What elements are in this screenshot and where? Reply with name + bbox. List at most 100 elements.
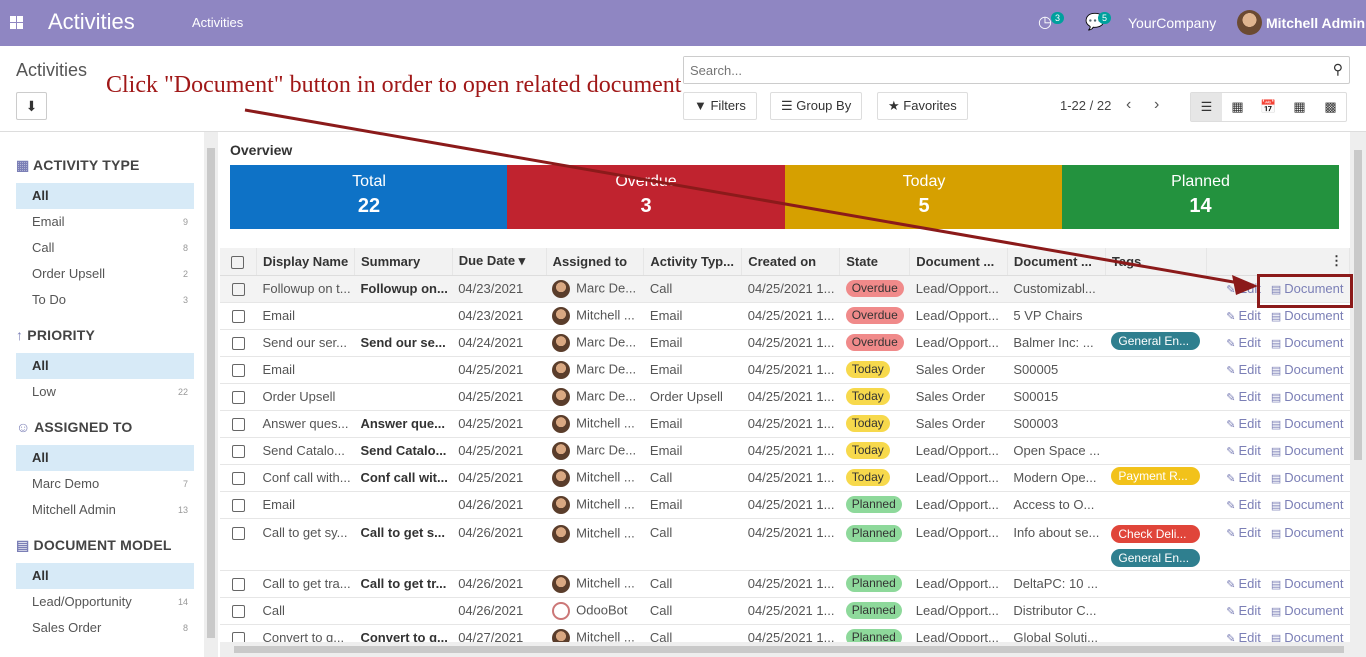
document-button[interactable]: ▤ Document [1271,416,1344,431]
table-row[interactable]: Followup on t... Followup on... 04/23/2021… [220,275,1350,303]
table-row[interactable]: Email 04/25/2021 Marc De... Email 04/25/2021… [220,356,1350,384]
filter-item[interactable]: Call 8 [16,235,194,261]
column-header[interactable]: Activity Typ... [643,248,743,276]
favorites-button[interactable]: ★ Favorites [877,92,968,120]
list-view-icon[interactable]: ☰ [1191,93,1222,121]
table-row[interactable]: Order Upsell 04/25/2021 Marc De... Order Up… [220,383,1350,411]
column-header[interactable]: Display Name [256,248,355,276]
table-row[interactable]: Convert to q... Convert to q... 04/27/2021… [220,624,1350,642]
edit-button[interactable]: ✎ Edit [1226,497,1261,512]
row-checkbox[interactable] [231,605,245,619]
row-checkbox[interactable] [231,499,245,513]
edit-button[interactable]: ✎ Edit [1226,308,1261,323]
pager-previous-icon[interactable]: ‹ [1126,96,1131,114]
filter-item[interactable]: Lead/Opportunity 14 [16,589,194,615]
pivot-view-icon[interactable]: ▦ [1284,93,1315,121]
column-header[interactable]: Created on [741,248,841,276]
document-button[interactable]: ▤ Document [1271,362,1344,377]
edit-button[interactable]: ✎ Edit [1226,389,1261,404]
document-button[interactable]: ▤ Document [1271,576,1344,591]
filters-button[interactable]: ▼ Filters [683,92,757,120]
column-header[interactable]: Due Date ▾ [452,248,547,276]
overview-tile-total[interactable]: Total 22 [230,165,508,229]
activity-clock-icon[interactable]: ◷ [1038,12,1052,32]
table-row[interactable]: Conf call with... Conf call wit... 04/25/2… [220,464,1350,492]
filter-item[interactable]: Marc Demo 7 [16,471,194,497]
apps-menu-icon[interactable] [10,16,23,29]
row-checkbox[interactable] [231,283,245,297]
graph-view-icon[interactable]: ▩ [1315,93,1346,121]
search-box[interactable]: ⚲ [683,56,1350,84]
edit-button[interactable]: ✎ Edit [1226,525,1261,540]
kanban-view-icon[interactable]: ▦ [1222,93,1253,121]
edit-button[interactable]: ✎ Edit [1226,603,1261,618]
row-checkbox[interactable] [231,578,245,592]
filter-item[interactable]: Mitchell Admin 13 [16,497,194,523]
document-button[interactable]: ▤ Document [1271,630,1344,642]
search-input[interactable] [684,57,1314,83]
filter-item[interactable]: Low 22 [16,379,194,405]
column-header[interactable]: State [839,248,911,276]
user-avatar[interactable] [1237,10,1262,35]
table-row[interactable]: Answer ques... Answer que... 04/25/2021 Mit… [220,410,1350,438]
row-checkbox[interactable] [231,310,245,324]
download-button[interactable]: ⬇ [16,92,47,120]
search-panel-scrollbar[interactable] [204,132,218,657]
document-button[interactable]: ▤ Document [1271,497,1344,512]
overview-tile-overdue[interactable]: Overdue 3 [507,165,785,229]
column-header[interactable]: Document ... [909,248,1008,276]
filter-item[interactable]: To Do 3 [16,287,194,313]
edit-button[interactable]: ✎ Edit [1226,630,1261,642]
filter-item[interactable]: Sales Order 8 [16,615,194,641]
vertical-scrollbar[interactable] [1350,132,1366,642]
menu-activities[interactable]: Activities [192,15,243,30]
edit-button[interactable]: ✎ Edit [1226,443,1261,458]
row-checkbox[interactable] [231,418,245,432]
column-header[interactable]: Tags [1105,248,1207,276]
table-row[interactable]: Call to get tra... Call to get tr... 04/26… [220,570,1350,598]
filter-item[interactable]: All [16,353,194,379]
table-row[interactable]: Send our ser... Send our se... 04/24/2021 M… [220,329,1350,357]
table-row[interactable]: Email 04/26/2021 Mitchell ... Email 04/25/20… [220,491,1350,519]
document-button[interactable]: ▤ Document [1271,308,1344,323]
optional-columns-toggle[interactable]: ⋮ [1206,248,1350,276]
filter-item[interactable]: All [16,183,194,209]
document-button[interactable]: ▤ Document [1271,525,1344,540]
user-menu[interactable]: Mitchell Admin [1266,15,1365,31]
row-checkbox[interactable] [231,632,245,642]
filter-item[interactable]: Order Upsell 2 [16,261,194,287]
pager-next-icon[interactable]: › [1154,96,1159,114]
company-switcher[interactable]: YourCompany [1128,15,1216,31]
table-row[interactable]: Email 04/23/2021 Mitchell ... Email 04/25/20… [220,302,1350,330]
document-button[interactable]: ▤ Document [1271,603,1344,618]
document-button[interactable]: ▤ Document [1271,443,1344,458]
overview-tile-planned[interactable]: Planned 14 [1062,165,1339,229]
row-checkbox[interactable] [231,391,245,405]
table-row[interactable]: Call 04/26/2021 OdooBot Call 04/25/2021 1...… [220,597,1350,625]
select-all-checkbox[interactable] [231,255,245,269]
edit-button[interactable]: ✎ Edit [1226,362,1261,377]
column-header[interactable]: Assigned to [546,248,645,276]
calendar-view-icon[interactable]: 📅 [1253,93,1284,121]
overview-tile-today[interactable]: Today 5 [785,165,1063,229]
column-header[interactable]: Summary [354,248,453,276]
filter-item[interactable]: All [16,563,194,589]
document-button[interactable]: ▤ Document [1271,470,1344,485]
row-checkbox[interactable] [231,526,245,540]
group-by-button[interactable]: ☰ Group By [770,92,863,120]
document-button[interactable]: ▤ Document [1271,389,1344,404]
row-checkbox[interactable] [231,337,245,351]
edit-button[interactable]: ✎ Edit [1226,281,1261,296]
table-row[interactable]: Call to get sy... Call to get s... 04/26/2… [220,518,1350,571]
filter-item[interactable]: Email 9 [16,209,194,235]
filter-item[interactable]: All [16,445,194,471]
horizontal-scrollbar[interactable] [220,642,1366,657]
search-icon[interactable]: ⚲ [1333,61,1343,78]
document-button[interactable]: ▤ Document [1271,335,1344,350]
edit-button[interactable]: ✎ Edit [1226,470,1261,485]
edit-button[interactable]: ✎ Edit [1226,576,1261,591]
edit-button[interactable]: ✎ Edit [1226,416,1261,431]
row-checkbox[interactable] [231,445,245,459]
row-checkbox[interactable] [231,364,245,378]
pager-value[interactable]: 1-22 / 22 [1060,98,1111,113]
